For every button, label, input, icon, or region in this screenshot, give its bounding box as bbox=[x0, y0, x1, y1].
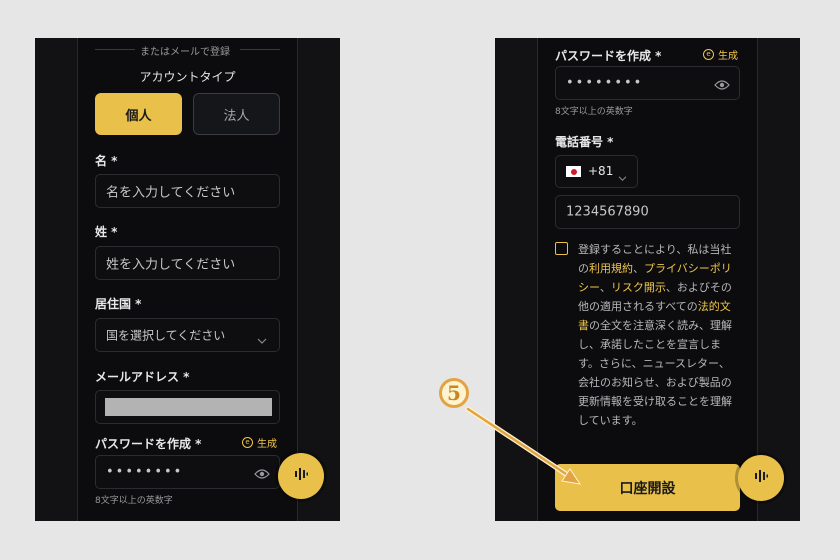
eye-icon[interactable] bbox=[714, 76, 730, 95]
country-label: 居住国 * bbox=[95, 297, 142, 311]
password-hint: 8文字以上の英数字 bbox=[555, 107, 633, 117]
terms-text-part: の全文を注意深く読み、理解し、承諾したことを宣言します。さらに、ニュースレター、… bbox=[578, 319, 732, 427]
terms-text-part: 、 bbox=[633, 262, 644, 275]
phone-number-placeholder: 1234567890 bbox=[566, 204, 649, 220]
voice-assist-button-right[interactable] bbox=[738, 455, 784, 501]
generate-password-button[interactable]: e 生成 bbox=[242, 435, 277, 450]
eye-icon[interactable] bbox=[254, 465, 270, 484]
password-label: パスワードを作成 * bbox=[555, 49, 662, 63]
email-redacted-value bbox=[105, 398, 272, 416]
account-type-title: アカウントタイプ bbox=[139, 70, 236, 84]
left-phone-screen: またはメールで登録 アカウントタイプ 個人 法人 名 * 名を入力してください … bbox=[35, 38, 340, 521]
country-select[interactable]: 国を選択してください bbox=[95, 318, 280, 352]
japan-flag-icon bbox=[566, 166, 581, 177]
generate-icon: e bbox=[242, 437, 253, 448]
first-name-placeholder: 名を入力してください bbox=[106, 185, 236, 201]
account-type-personal-button[interactable]: 個人 bbox=[95, 93, 182, 135]
step-number-badge: 5 bbox=[439, 378, 469, 408]
right-phone-screen: パスワードを作成 * e 生成 •••••••• 8文字以上の英数字 電話番号 … bbox=[495, 38, 800, 521]
terms-of-use-link[interactable]: 利用規約 bbox=[589, 262, 633, 275]
password-value: •••••••• bbox=[566, 75, 644, 91]
generate-password-button[interactable]: e 生成 bbox=[703, 47, 738, 62]
password-value: •••••••• bbox=[106, 464, 184, 480]
password-field[interactable]: •••••••• bbox=[555, 66, 740, 100]
generate-label: 生成 bbox=[257, 439, 277, 450]
email-field[interactable] bbox=[95, 390, 280, 424]
account-type-corporate-label: 法人 bbox=[223, 108, 250, 124]
soundwave-icon bbox=[293, 466, 309, 486]
first-name-label: 名 * bbox=[95, 154, 118, 168]
country-placeholder: 国を選択してください bbox=[106, 328, 226, 343]
country-code-select[interactable]: +81 bbox=[555, 155, 638, 188]
terms-text-part: 、 bbox=[599, 281, 611, 294]
first-name-field[interactable]: 名を入力してください bbox=[95, 174, 280, 208]
last-name-placeholder: 姓を入力してください bbox=[106, 257, 236, 273]
generate-label: 生成 bbox=[718, 51, 738, 62]
email-label: メールアドレス * bbox=[95, 370, 190, 384]
terms-text: 登録することにより、私は当社の利用規約、プライバシーポリシー、リスク開示、および… bbox=[578, 240, 736, 430]
password-field[interactable]: •••••••• bbox=[95, 455, 280, 489]
phone-label: 電話番号 * bbox=[555, 135, 614, 149]
password-label: パスワードを作成 * bbox=[95, 437, 202, 451]
risk-disclosure-link[interactable]: リスク開示 bbox=[611, 281, 666, 294]
generate-icon: e bbox=[703, 49, 714, 60]
country-code-value: +81 bbox=[588, 164, 614, 178]
soundwave-icon bbox=[753, 468, 769, 488]
divider-text: またはメールで登録 bbox=[140, 47, 230, 58]
last-name-field[interactable]: 姓を入力してください bbox=[95, 246, 280, 280]
voice-assist-button-left[interactable] bbox=[278, 453, 324, 499]
chevron-down-icon bbox=[618, 167, 627, 186]
terms-checkbox[interactable] bbox=[555, 242, 568, 255]
account-type-personal-label: 個人 bbox=[125, 108, 152, 124]
account-type-corporate-button[interactable]: 法人 bbox=[193, 93, 280, 135]
password-hint: 8文字以上の英数字 bbox=[95, 496, 173, 506]
open-account-button[interactable]: 口座開設 bbox=[555, 464, 740, 511]
last-name-label: 姓 * bbox=[95, 225, 118, 239]
chevron-down-icon bbox=[257, 330, 267, 349]
phone-number-field[interactable]: 1234567890 bbox=[555, 195, 740, 229]
open-account-label: 口座開設 bbox=[619, 480, 676, 497]
step-number: 5 bbox=[447, 381, 461, 405]
